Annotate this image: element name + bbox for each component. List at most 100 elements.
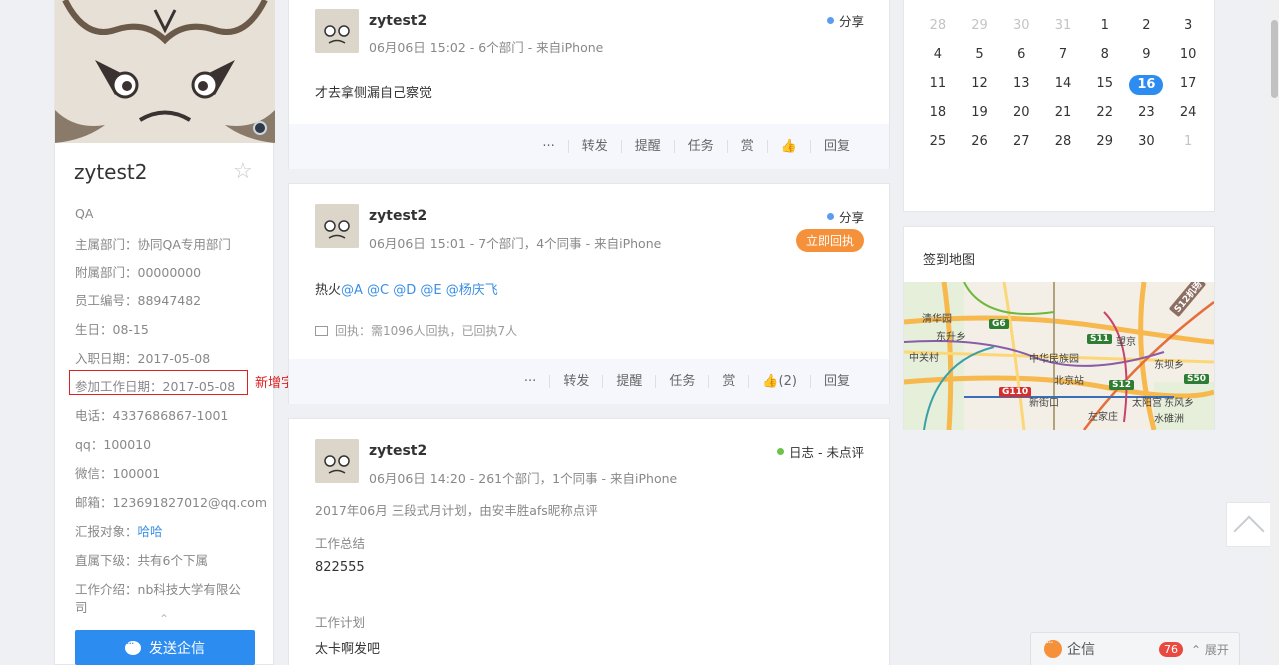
- scrollbar-thumb[interactable]: [1271, 20, 1278, 98]
- receipt-info: 回执：需1096人回执，已回执7人: [315, 322, 517, 339]
- map-label: 新街口: [1029, 398, 1059, 409]
- map-label: 东坝乡: [1154, 360, 1184, 371]
- profile-avatar[interactable]: [55, 0, 275, 143]
- scroll-top-button[interactable]: [1226, 502, 1271, 547]
- reward-button[interactable]: 赏: [708, 375, 748, 388]
- mentions[interactable]: @A @C @D @E @杨庆飞: [341, 283, 498, 298]
- report-to-link[interactable]: 哈哈: [138, 524, 163, 539]
- camera-icon[interactable]: [253, 121, 267, 135]
- calendar-day[interactable]: 23: [1126, 104, 1168, 122]
- reply-button[interactable]: 回复: [809, 375, 863, 388]
- reward-button[interactable]: 赏: [726, 140, 767, 153]
- more-button[interactable]: ···: [511, 375, 549, 388]
- calendar-day[interactable]: 6: [1000, 46, 1042, 64]
- feed-post: zytest2 06月06日 15:01 - 7个部门，4个同事 - 来自iPh…: [288, 183, 890, 404]
- reply-button[interactable]: 回复: [809, 140, 863, 153]
- calendar-day[interactable]: 26: [959, 133, 1001, 151]
- calendar-day[interactable]: 30: [1126, 133, 1168, 151]
- calendar-day[interactable]: 18: [917, 104, 959, 122]
- calendar-day[interactable]: 20: [1000, 104, 1042, 122]
- calendar-day[interactable]: 5: [959, 46, 1001, 64]
- calendar-day[interactable]: 11: [917, 75, 959, 93]
- info-subordinates: 直属下级：共有6个下属: [75, 553, 208, 568]
- calendar-day[interactable]: 16: [1126, 75, 1168, 95]
- calendar-day[interactable]: 29: [1084, 133, 1126, 151]
- calendar-day[interactable]: 28: [917, 17, 959, 35]
- calendar-day[interactable]: 3: [1167, 17, 1209, 35]
- instant-message-bar[interactable]: 企信 76 ⌃ 展开: [1030, 632, 1240, 665]
- road-badge: G6: [989, 319, 1009, 329]
- info-role: QA: [75, 206, 94, 221]
- feed-post: zytest2 06月06日 14:20 - 261个部门，1个同事 - 来自i…: [288, 418, 890, 665]
- remind-button[interactable]: 提醒: [602, 375, 655, 388]
- star-icon[interactable]: ☆: [233, 158, 253, 186]
- post-author[interactable]: zytest2: [369, 208, 427, 224]
- calendar-grid: 28 29 30 31 1 2 3 4 5 6 7 8 9 10 11 12 13 14 15 16 17 18 19 20 2…: [917, 17, 1209, 151]
- remind-button[interactable]: 提醒: [620, 140, 674, 153]
- calendar-day[interactable]: 13: [1000, 75, 1042, 93]
- calendar-day[interactable]: 9: [1126, 46, 1168, 64]
- expand-button[interactable]: ⌃ 展开: [1191, 641, 1229, 658]
- more-button[interactable]: ···: [529, 140, 567, 153]
- task-button[interactable]: 任务: [655, 375, 708, 388]
- instant-receipt-button[interactable]: 立即回执: [795, 229, 864, 252]
- calendar-day[interactable]: 25: [917, 133, 959, 151]
- post-author[interactable]: zytest2: [369, 443, 427, 459]
- calendar-day[interactable]: 1: [1167, 133, 1209, 151]
- forward-button[interactable]: 转发: [549, 375, 602, 388]
- calendar-day[interactable]: 1: [1084, 17, 1126, 35]
- task-button[interactable]: 任务: [673, 140, 727, 153]
- info-phone: 电话：4337686867-1001: [75, 408, 229, 423]
- calendar-day[interactable]: 8: [1084, 46, 1126, 64]
- calendar-day[interactable]: 7: [1042, 46, 1084, 64]
- chat-icon: [125, 637, 141, 655]
- profile-panel: zytest2 ☆ QA 主属部门：协同QA专用部门 附属部门：00000000…: [54, 0, 275, 665]
- calendar-day[interactable]: 10: [1167, 46, 1209, 64]
- calendar-day[interactable]: 24: [1167, 104, 1209, 122]
- calendar-day[interactable]: 27: [1000, 133, 1042, 151]
- send-message-button[interactable]: 发送企信: [75, 630, 255, 665]
- new-field-highlight: [69, 370, 248, 395]
- checkin-map[interactable]: 清华园 东升乡 中关村 中华民族园 望京 东坝乡 北京站 新街口 左家庄 太阳宫…: [904, 282, 1214, 430]
- map-label: 东风乡: [1164, 398, 1194, 409]
- map-title: 签到地图: [923, 253, 976, 268]
- calendar-day[interactable]: 19: [959, 104, 1001, 122]
- calendar-day[interactable]: 22: [1084, 104, 1126, 122]
- info-email: 邮箱：123691827012@qq.com: [75, 495, 267, 510]
- map-label: 望京: [1116, 337, 1136, 348]
- calendar-day[interactable]: 28: [1042, 133, 1084, 151]
- calendar-day[interactable]: 12: [959, 75, 1001, 93]
- calendar-day[interactable]: 15: [1084, 75, 1126, 93]
- info-report-to: 汇报对象：哈哈: [75, 524, 163, 539]
- post-tag: 分享: [826, 207, 864, 226]
- profile-name: zytest2: [74, 160, 148, 184]
- calendar-day[interactable]: 29: [959, 17, 1001, 35]
- post-meta: 06月06日 14:20 - 261个部门，1个同事 - 来自iPhone: [369, 471, 678, 486]
- calendar-day[interactable]: 4: [917, 46, 959, 64]
- post-avatar[interactable]: [315, 9, 359, 53]
- calendar-day[interactable]: 17: [1167, 75, 1209, 93]
- forward-button[interactable]: 转发: [567, 140, 621, 153]
- post-tag: 分享: [826, 11, 864, 30]
- page-scrollbar[interactable]: [1270, 0, 1279, 665]
- calendar-day[interactable]: 30: [1000, 17, 1042, 35]
- tag-dot: [777, 448, 785, 455]
- tag-dot: [826, 213, 834, 220]
- calendar-day[interactable]: 21: [1042, 104, 1084, 122]
- unread-count-badge: 76: [1159, 641, 1183, 657]
- map-label: 左家庄: [1088, 412, 1118, 423]
- calendar-day[interactable]: 2: [1126, 17, 1168, 35]
- calendar-day[interactable]: 31: [1042, 17, 1084, 35]
- collapse-chevron-icon[interactable]: ⌃: [159, 612, 169, 626]
- plan-label: 工作计划: [315, 615, 366, 630]
- im-label: 企信: [1067, 642, 1095, 658]
- post-author[interactable]: zytest2: [369, 13, 427, 29]
- post-avatar[interactable]: [315, 439, 359, 483]
- like-button[interactable]: 👍(2): [748, 375, 810, 388]
- calendar-day[interactable]: 14: [1042, 75, 1084, 93]
- tag-dot: [826, 17, 834, 24]
- map-label: 太阳宫: [1132, 398, 1162, 409]
- post-tag: 日志 - 未点评: [777, 442, 864, 461]
- like-button[interactable]: 👍: [766, 140, 810, 153]
- post-avatar[interactable]: [315, 204, 359, 248]
